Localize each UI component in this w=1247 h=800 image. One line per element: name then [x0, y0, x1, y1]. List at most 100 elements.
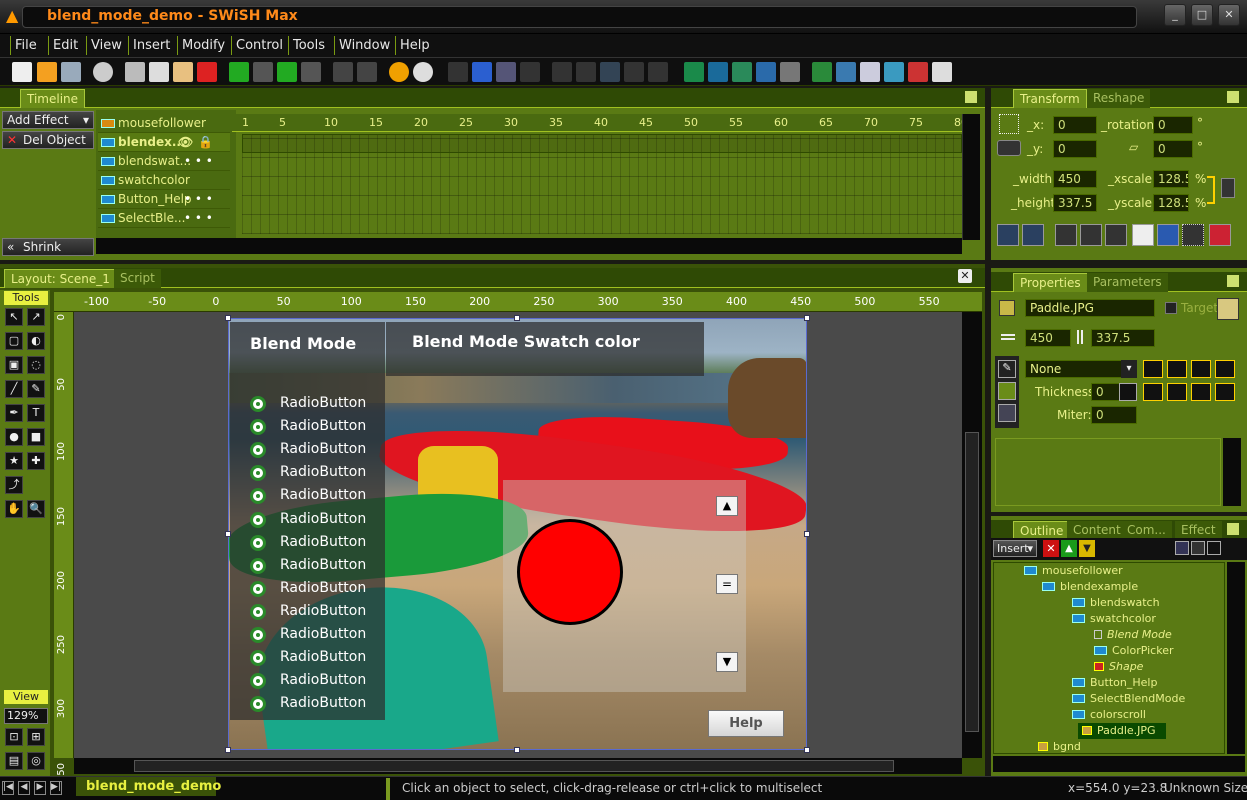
rotation-input[interactable]: 0 [1153, 116, 1193, 134]
tab-timeline[interactable]: Timeline [20, 89, 86, 108]
help-icon[interactable] [389, 62, 409, 82]
lock-icon[interactable]: 🔒 [198, 133, 213, 151]
stop-icon[interactable] [448, 62, 468, 82]
hand-tool-icon[interactable]: ✋ [5, 500, 23, 518]
join-miter-icon[interactable] [1143, 383, 1163, 401]
flip-v-icon[interactable] [1080, 224, 1102, 246]
insert-sprite-icon[interactable] [708, 62, 728, 82]
context-help-icon[interactable] [413, 62, 433, 82]
new-file-icon[interactable] [12, 62, 32, 82]
selection-handle[interactable] [804, 531, 810, 537]
line-style-icon[interactable]: ✎ [998, 360, 1016, 378]
radio-button[interactable]: RadioButton [250, 625, 380, 645]
zoom-tool-icon[interactable]: 🔍 [27, 500, 45, 518]
menu-help[interactable]: Help [395, 36, 434, 55]
menu-insert[interactable]: Insert [128, 36, 174, 55]
properties-vscroll[interactable] [1223, 438, 1241, 506]
radio-button[interactable]: RadioButton [250, 394, 380, 414]
timeline-row-mousefollower[interactable]: mousefollower [98, 114, 230, 133]
delete-icon[interactable]: ✕ [1043, 540, 1059, 557]
tab-properties[interactable]: Properties [1013, 273, 1088, 292]
height-input[interactable]: 337.5 [1053, 194, 1097, 212]
canvas-hscroll[interactable] [74, 758, 962, 774]
move-down-icon[interactable] [253, 62, 273, 82]
zoom-region-tool-icon[interactable]: ▣ [5, 356, 23, 374]
panel-menu-icon[interactable] [1227, 523, 1239, 535]
flip-h-icon[interactable] [1055, 224, 1077, 246]
frame-track-selected[interactable] [242, 134, 962, 153]
tab-scene-blend-mode-demo[interactable]: blend_mode_demo [76, 777, 221, 796]
panel-menu-icon[interactable] [965, 91, 977, 103]
subselect-tool-icon[interactable]: ↗ [27, 308, 45, 326]
arrow-up-icon[interactable]: ▲ [1061, 540, 1077, 557]
outline-item-blend-mode-text[interactable]: Blend Mode [1094, 627, 1172, 643]
insert-shape-icon[interactable] [780, 62, 800, 82]
join-bevel-icon[interactable] [1191, 383, 1211, 401]
outline-item-shape[interactable]: Shape [1094, 659, 1143, 675]
save-file-icon[interactable] [61, 62, 81, 82]
marquee-tool-icon[interactable]: ▢ [5, 332, 23, 350]
cut-icon[interactable] [125, 62, 145, 82]
selection-handle[interactable] [225, 531, 231, 537]
timeline-row-swatchcolor[interactable]: swatchcolor [98, 171, 230, 190]
prev-frame-icon[interactable] [576, 62, 596, 82]
pen-tool-icon[interactable]: ✒ [5, 404, 23, 422]
outline-item-swatchcolor[interactable]: swatchcolor [1072, 611, 1156, 627]
thickness-input[interactable]: 0 [1091, 383, 1121, 401]
selection-handle[interactable] [514, 315, 520, 321]
insert-dropdown[interactable]: Insert ▾ [993, 540, 1037, 557]
move-bottom-icon[interactable] [301, 62, 321, 82]
panel-menu-icon[interactable] [1227, 91, 1239, 103]
close-button[interactable]: ✕ [1218, 4, 1240, 26]
prev-scene-icon[interactable]: ◀ [18, 781, 30, 795]
first-scene-icon[interactable]: |◀ [2, 781, 14, 795]
chevron-down-icon[interactable]: ▾ [1121, 360, 1137, 378]
maximize-button[interactable]: □ [1191, 4, 1213, 26]
grid-view-icon[interactable]: ▤ [5, 752, 23, 770]
menu-window[interactable]: Window [334, 36, 394, 55]
publish-icon[interactable] [93, 62, 113, 82]
fit-view-icon[interactable]: ⊡ [5, 728, 23, 746]
insert-text-icon[interactable] [732, 62, 752, 82]
insert-sound-icon[interactable] [836, 62, 856, 82]
open-file-icon[interactable] [37, 62, 57, 82]
cap-none-icon[interactable] [1191, 360, 1211, 378]
record-icon[interactable] [600, 62, 620, 82]
delete-icon[interactable] [197, 62, 217, 82]
menu-modify[interactable]: Modify [177, 36, 229, 55]
rotate-icon[interactable] [1105, 224, 1127, 246]
thickness-menu-icon[interactable] [1119, 383, 1137, 401]
play-frame-icon[interactable] [496, 62, 516, 82]
insert-video-icon[interactable] [860, 62, 880, 82]
tab-parameters[interactable]: Parameters [1087, 273, 1168, 292]
preview-view-icon[interactable]: ◎ [27, 752, 45, 770]
selection-handle[interactable] [225, 315, 231, 321]
zoom-select[interactable]: 129% [4, 708, 48, 724]
menu-tools[interactable]: Tools [288, 36, 329, 55]
object-name-input[interactable]: Paddle.JPG [1025, 299, 1155, 317]
radio-button[interactable]: RadioButton [250, 579, 380, 599]
lock-aspect-icon[interactable] [1221, 178, 1235, 198]
paste-icon[interactable] [173, 62, 193, 82]
swatch-circle[interactable] [517, 519, 623, 625]
selection-handle[interactable] [225, 747, 231, 753]
align-right-icon[interactable] [1022, 224, 1044, 246]
tab-script[interactable]: Script [114, 269, 161, 288]
outline-view-icon[interactable] [1207, 541, 1221, 555]
outline-item-colorscroll[interactable]: colorscroll [1072, 707, 1146, 723]
cap-square-icon[interactable] [1167, 360, 1187, 378]
line-tool-icon[interactable]: ╱ [5, 380, 23, 398]
ellipse-select-tool-icon[interactable]: ◌ [27, 356, 45, 374]
lasso-tool-icon[interactable]: ◐ [27, 332, 45, 350]
anchor-grid-icon[interactable] [999, 114, 1019, 134]
menu-file[interactable]: File [10, 36, 41, 55]
join-round-icon[interactable] [1167, 383, 1187, 401]
outline-item-blendswatch[interactable]: blendswatch [1072, 595, 1160, 611]
app-icon[interactable]: ▲ [6, 6, 22, 25]
y-input[interactable]: 0 [1053, 140, 1097, 158]
play-effect-icon[interactable] [520, 62, 540, 82]
tab-layout-scene[interactable]: Layout: Scene_1 [4, 269, 117, 288]
cap-3d-icon[interactable] [1215, 360, 1235, 378]
menu-view[interactable]: View [86, 36, 126, 55]
star-tool-icon[interactable]: ★ [5, 452, 23, 470]
